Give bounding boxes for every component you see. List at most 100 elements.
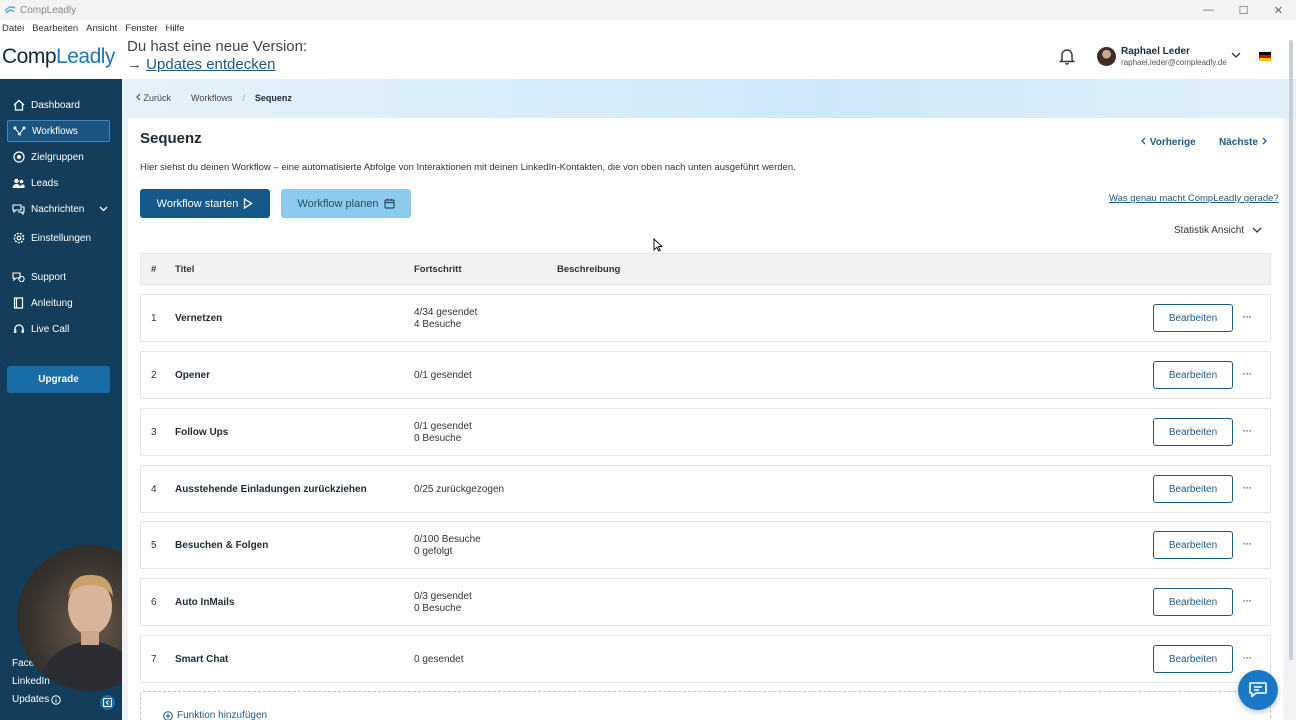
more-options-icon[interactable]: ··· <box>1242 536 1252 550</box>
plan-workflow-button[interactable]: Workflow planen <box>281 189 411 218</box>
table-row[interactable]: 2 Opener 0/1 gesendet Bearbeiten ··· <box>140 351 1271 399</box>
menu-hilfe[interactable]: Hilfe <box>166 23 185 34</box>
more-options-icon[interactable]: ··· <box>1242 423 1252 437</box>
breadcrumb: Zurück Workflows / Sequenz <box>135 93 302 103</box>
language-flag-icon[interactable] <box>1259 52 1271 61</box>
edit-button[interactable]: Bearbeiten <box>1153 418 1233 446</box>
breadcrumb-workflows[interactable]: Workflows <box>191 93 232 103</box>
updates-sidebar-link[interactable]: Updates <box>12 694 61 705</box>
chevron-down-icon[interactable] <box>1231 52 1241 59</box>
next-link[interactable]: Nächste <box>1219 137 1268 148</box>
updates-label: Updates <box>12 694 50 705</box>
row-title: Auto InMails <box>175 597 235 608</box>
column-header-number: # <box>151 264 157 275</box>
table-row[interactable]: 5 Besuchen & Folgen 0/100 Besuche 0 gefo… <box>140 521 1271 569</box>
app-header: CompLeadly Du hast eine neue Version: → … <box>0 36 1296 79</box>
more-options-icon[interactable]: ··· <box>1242 650 1252 664</box>
more-options-icon[interactable]: ··· <box>1242 480 1252 494</box>
sidebar-item-workflows[interactable]: Workflows <box>7 120 110 142</box>
column-header-progress[interactable]: Fortschritt <box>414 264 462 275</box>
table-row[interactable]: 6 Auto InMails 0/3 gesendet 0 Besuche Be… <box>140 578 1271 626</box>
sidebar-item-anleitung[interactable]: Anleitung <box>7 292 110 314</box>
user-name: Raphael Leder <box>1121 46 1190 57</box>
row-title: Besuchen & Folgen <box>175 540 269 551</box>
people-icon <box>12 177 25 190</box>
menu-ansicht[interactable]: Ansicht <box>86 23 117 34</box>
more-options-icon[interactable]: ··· <box>1242 309 1252 323</box>
support-icon <box>12 271 25 284</box>
chevron-left-icon <box>136 93 141 101</box>
more-options-icon[interactable]: ··· <box>1242 366 1252 380</box>
plan-workflow-label: Workflow planen <box>297 197 379 210</box>
brand-part-2: Leadly <box>56 45 115 68</box>
table-row[interactable]: 7 Smart Chat 0 gesendet Bearbeiten ··· <box>140 635 1271 683</box>
edit-button[interactable]: Bearbeiten <box>1153 304 1233 332</box>
updates-link[interactable]: Updates entdecken <box>146 56 275 73</box>
menu-datei[interactable]: Datei <box>2 23 24 34</box>
sidebar-item-live-call[interactable]: Live Call <box>7 318 110 340</box>
calendar-icon <box>383 198 395 209</box>
breadcrumb-separator: / <box>242 93 245 103</box>
page-title: Sequenz <box>140 130 202 147</box>
flag-stripe <box>1259 58 1271 61</box>
back-label: Zurück <box>143 93 172 103</box>
edit-button[interactable]: Bearbeiten <box>1153 475 1233 503</box>
edit-button[interactable]: Bearbeiten <box>1153 361 1233 389</box>
add-function-button[interactable]: Funktion hinzufügen <box>163 710 267 720</box>
row-progress: 0/100 Besuche <box>414 534 481 545</box>
table-header: # Titel Fortschritt Beschreibung <box>140 253 1271 285</box>
edit-button[interactable]: Bearbeiten <box>1153 645 1233 673</box>
add-function-area[interactable]: Funktion hinzufügen <box>140 691 1271 720</box>
update-notice: Du hast eine neue Version: → Updates ent… <box>127 38 307 74</box>
edit-button[interactable]: Bearbeiten <box>1153 588 1233 616</box>
sidebar-item-dashboard[interactable]: Dashboard <box>7 94 110 116</box>
minimize-icon[interactable]: — <box>1191 0 1226 20</box>
menu-fenster[interactable]: Fenster <box>125 23 157 34</box>
scrollbar[interactable] <box>1289 40 1293 660</box>
maximize-icon[interactable]: ☐ <box>1226 0 1261 20</box>
edit-button[interactable]: Bearbeiten <box>1153 531 1233 559</box>
row-progress-secondary: 0 Besuche <box>414 433 462 444</box>
previous-link[interactable]: Vorherige <box>1140 137 1196 148</box>
row-number: 1 <box>151 313 157 324</box>
page-description: Hier siehst du deinen Workflow – eine au… <box>140 162 796 173</box>
previous-label: Vorherige <box>1149 137 1196 148</box>
target-icon <box>12 151 25 164</box>
start-workflow-label: Workflow starten <box>156 197 239 210</box>
headset-icon <box>12 323 25 336</box>
back-link[interactable]: Zurück <box>135 93 181 103</box>
sidebar-item-nachrichten[interactable]: Nachrichten <box>7 198 110 220</box>
more-options-icon[interactable]: ··· <box>1242 593 1252 607</box>
help-link[interactable]: Was genau macht CompLeadly gerade? <box>1109 193 1279 204</box>
linkedin-link[interactable]: LinkedIn <box>12 676 50 687</box>
chevron-down-icon[interactable] <box>99 206 108 212</box>
sidebar-item-einstellungen[interactable]: Einstellungen <box>7 227 110 249</box>
app-logo-icon <box>4 6 16 14</box>
sidebar-item-leads[interactable]: Leads <box>7 172 110 194</box>
sidebar-item-support[interactable]: Support <box>7 266 110 288</box>
breadcrumb-current: Sequenz <box>254 93 292 103</box>
chat-widget-button[interactable] <box>1238 670 1278 710</box>
table-row[interactable]: 1 Vernetzen 4/34 gesendet 4 Besuche Bear… <box>140 294 1271 342</box>
bell-icon[interactable] <box>1059 48 1075 65</box>
chat-bubble-icon <box>1249 682 1267 698</box>
add-function-label: Funktion hinzufügen <box>177 710 268 720</box>
row-progress: 0/1 gesendet <box>414 421 472 432</box>
start-workflow-button[interactable]: Workflow starten <box>140 189 270 218</box>
table-row[interactable]: 4 Ausstehende Einladungen zurückziehen 0… <box>140 465 1271 513</box>
column-header-title[interactable]: Titel <box>175 264 194 275</box>
statistics-view-toggle[interactable]: Statistik Ansicht <box>1174 225 1262 236</box>
collapse-icon <box>103 698 112 707</box>
table-row[interactable]: 3 Follow Ups 0/1 gesendet 0 Besuche Bear… <box>140 408 1271 456</box>
avatar[interactable] <box>1097 47 1116 66</box>
upgrade-button[interactable]: Upgrade <box>7 366 110 393</box>
close-icon[interactable]: ✕ <box>1261 0 1296 20</box>
chevron-right-icon <box>1262 137 1267 145</box>
user-email: raphael.leder@compleadly.de <box>1121 58 1227 67</box>
row-number: 5 <box>151 540 157 551</box>
sidebar-collapse-button[interactable] <box>100 695 115 710</box>
sidebar-item-zielgruppen[interactable]: Zielgruppen <box>7 146 110 168</box>
brand-logo[interactable]: CompLeadly <box>2 45 115 69</box>
mouse-cursor-icon <box>653 238 663 252</box>
menu-bearbeiten[interactable]: Bearbeiten <box>32 23 78 34</box>
